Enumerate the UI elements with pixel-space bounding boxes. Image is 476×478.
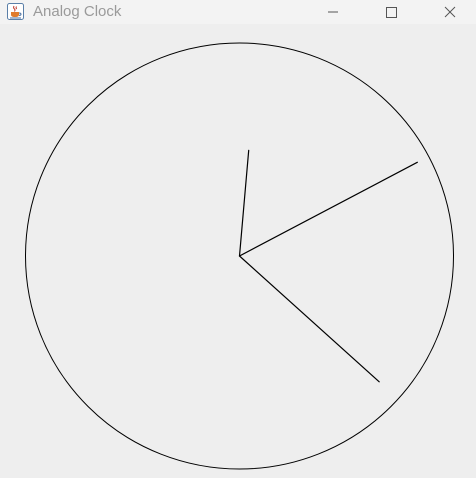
analog-clock-window: Analog Clock bbox=[0, 0, 476, 478]
maximize-button[interactable] bbox=[368, 0, 414, 24]
title-bar[interactable]: Analog Clock bbox=[0, 0, 476, 24]
clock-canvas bbox=[25, 42, 454, 470]
window-title: Analog Clock bbox=[33, 3, 122, 20]
hour-hand bbox=[238, 149, 250, 257]
close-icon bbox=[444, 6, 456, 18]
second-hand bbox=[238, 255, 380, 383]
minimize-button[interactable] bbox=[310, 0, 356, 24]
maximize-icon bbox=[385, 6, 397, 18]
java-cup-icon bbox=[7, 3, 24, 20]
close-button[interactable] bbox=[427, 0, 473, 24]
minute-hand bbox=[238, 161, 418, 257]
minimize-icon bbox=[327, 6, 339, 18]
